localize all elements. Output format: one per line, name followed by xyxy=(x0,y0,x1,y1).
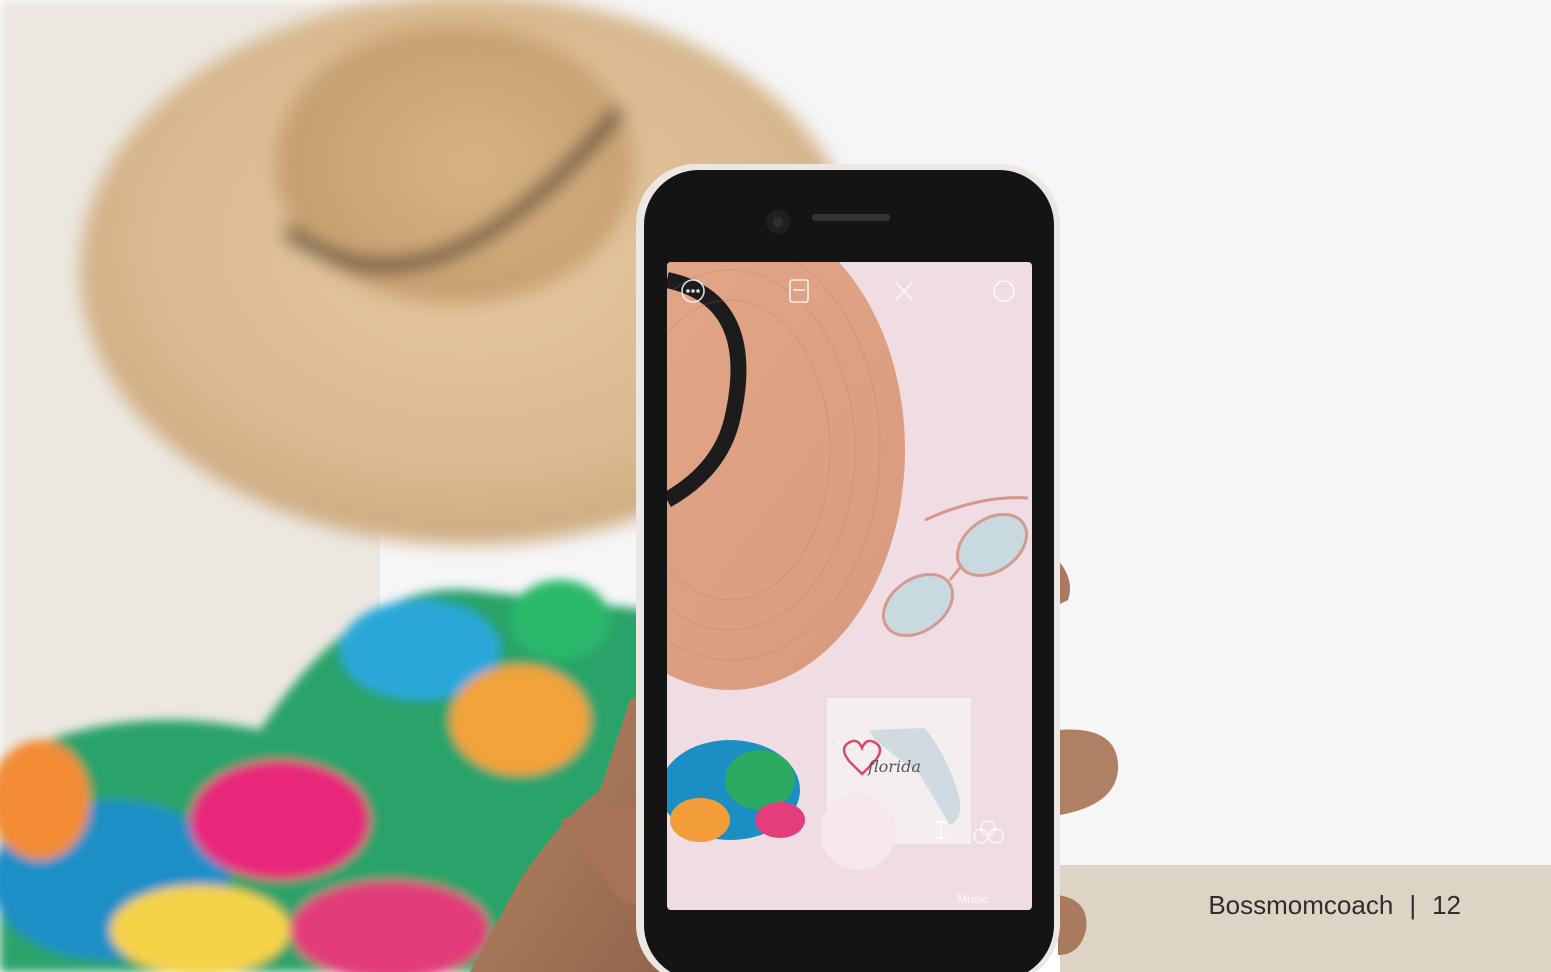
mode-label-music[interactable]: Music xyxy=(957,892,988,906)
slide-footer: Bossmomcoach | 12 xyxy=(1208,890,1461,921)
footer-separator: | xyxy=(1409,890,1417,920)
camera-mode-strip: Music xyxy=(667,262,1032,910)
page-number: 12 xyxy=(1432,890,1461,920)
footer-brand: Bossmomcoach xyxy=(1208,890,1394,920)
